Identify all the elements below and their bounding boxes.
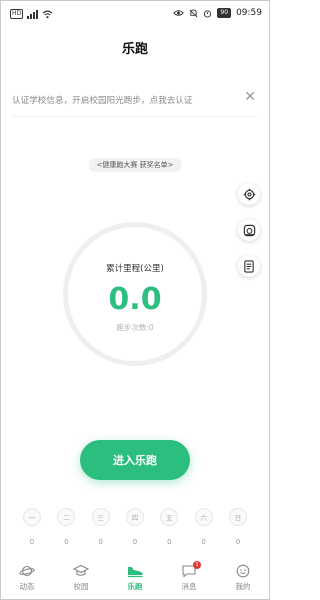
day-item-mon: 一 0	[22, 508, 42, 546]
award-list-link[interactable]: <健康跑大赛 获奖名单>	[88, 158, 182, 172]
planet-icon	[18, 563, 36, 579]
day-count: 0	[201, 538, 206, 546]
notice-text[interactable]: 认证学校信息，开启校园阳光跑步，点我去认证	[12, 94, 192, 106]
settings-icon	[243, 188, 255, 200]
weekly-record-row: 一 0 二 0 三 0 四 0 五 0 六 0 日 0	[22, 508, 248, 546]
day-count: 0	[132, 538, 138, 546]
sneaker-icon	[126, 563, 144, 579]
tab-profile[interactable]: 我的	[223, 563, 263, 600]
tab-label: 我的	[235, 582, 251, 591]
day-item-thu: 四 0	[125, 508, 145, 546]
total-distance-value: 0.0	[108, 282, 162, 317]
tab-label: 消息	[181, 582, 197, 591]
mute-icon	[190, 8, 198, 17]
day-count: 0	[235, 538, 241, 546]
status-bar: HD 90 09:59	[0, 0, 270, 30]
face-icon	[234, 563, 252, 579]
signal-icon	[27, 9, 39, 19]
day-count: 0	[29, 538, 35, 546]
page-title: 乐跑	[121, 42, 148, 57]
graduation-cap-icon	[72, 563, 90, 579]
settings-button[interactable]	[238, 183, 260, 205]
close-icon[interactable]: ✕	[244, 90, 256, 104]
day-item-sat: 六 0	[194, 508, 214, 546]
day-circle: 四	[125, 508, 144, 526]
eye-icon	[173, 10, 185, 16]
tab-feed[interactable]: 动态	[7, 563, 47, 600]
battery-icon: 90	[217, 8, 232, 18]
tab-run[interactable]: 乐跑	[115, 563, 155, 600]
bottom-tab-bar: 动态 校园 乐跑 1 消息 我的	[0, 561, 270, 600]
day-item-fri: 五 0	[159, 508, 179, 546]
tab-campus[interactable]: 校园	[61, 563, 101, 600]
day-circle: 二	[57, 508, 76, 526]
camera-button[interactable]	[238, 219, 260, 241]
tab-messages[interactable]: 1 消息	[169, 561, 209, 600]
day-circle: 六	[194, 508, 213, 526]
status-left: HD	[10, 9, 53, 19]
network-hd-badge: HD	[10, 9, 24, 19]
tab-label: 校园	[73, 582, 89, 591]
day-item-wed: 三 0	[91, 508, 111, 546]
day-circle: 五	[160, 508, 179, 526]
day-count: 0	[167, 538, 172, 546]
day-circle: 日	[228, 508, 247, 526]
alarm-icon	[204, 9, 212, 18]
day-circle: 三	[91, 508, 110, 526]
unread-badge: 1	[193, 561, 201, 569]
tab-label: 乐跑	[127, 582, 143, 591]
start-run-button[interactable]: 进入乐跑	[80, 440, 190, 480]
run-count-label: 跑步次数:0	[116, 323, 154, 332]
certification-notice[interactable]: 认证学校信息，开启校园阳光跑步，点我去认证 ✕	[12, 86, 258, 117]
day-circle: 一	[23, 508, 41, 526]
day-count: 0	[98, 538, 103, 546]
day-count: 0	[64, 538, 69, 546]
camera-icon	[243, 224, 255, 236]
total-distance-label: 累计里程(公里)	[106, 264, 164, 274]
tab-label: 动态	[19, 582, 35, 591]
day-item-sun: 日 0	[228, 508, 248, 546]
status-right: 90 09:59	[173, 8, 262, 18]
wifi-icon	[42, 10, 53, 18]
clock: 09:59	[236, 8, 262, 18]
day-item-tue: 二 0	[56, 508, 76, 546]
